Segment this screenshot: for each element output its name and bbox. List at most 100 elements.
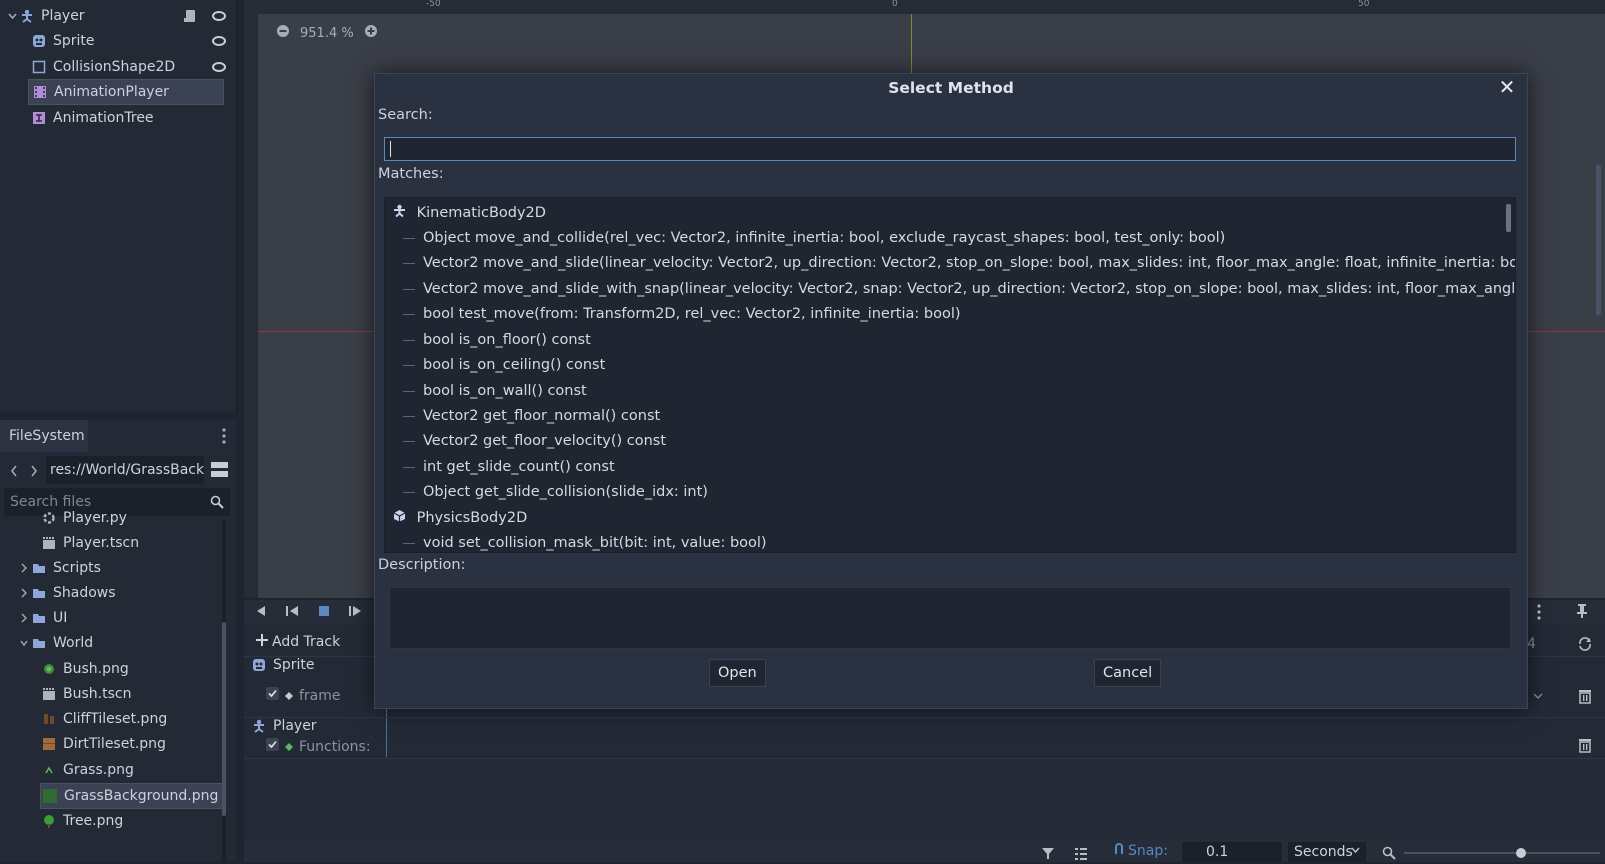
description-box	[389, 587, 1511, 649]
ruler-horizontal: -50 0 50	[244, 0, 1605, 14]
snap-toggle[interactable]: Snap:	[1114, 843, 1168, 859]
method-row[interactable]: Vector2 move_and_slide_with_snap(linear_…	[403, 276, 1515, 302]
play-from-start-icon[interactable]	[348, 605, 362, 621]
loop-icon[interactable]	[1578, 637, 1592, 655]
search-input[interactable]	[384, 137, 1516, 161]
snap-value-input[interactable]: 0.1	[1182, 842, 1282, 862]
menu-dots-icon[interactable]	[222, 428, 226, 444]
zoom-out-icon[interactable]	[276, 24, 290, 42]
track-group-sprite[interactable]: Sprite	[252, 657, 315, 673]
matches-list[interactable]: KinematicBody2D Object move_and_collide(…	[384, 197, 1516, 553]
image-file-icon	[42, 737, 56, 751]
file-item[interactable]: Bush.png	[42, 657, 129, 681]
method-row[interactable]: bool is_on_wall() const	[403, 378, 587, 404]
zoom-in-icon[interactable]	[364, 24, 378, 42]
stop-icon[interactable]	[318, 605, 330, 621]
filter-icon[interactable]	[1041, 846, 1055, 864]
file-item[interactable]: Player.py	[42, 506, 127, 530]
timeline-zoom-slider[interactable]	[1404, 848, 1600, 858]
tree-item-collisionshape2d[interactable]: CollisionShape2D	[32, 54, 175, 80]
list-sort-icon[interactable]	[1074, 846, 1088, 864]
method-row[interactable]: Vector2 get_floor_velocity() const	[403, 428, 666, 454]
track-node-label: Sprite	[273, 657, 315, 673]
tree-item-sprite[interactable]: Sprite	[32, 28, 95, 54]
file-item[interactable]: GrassBackground.png	[40, 783, 224, 809]
path-field[interactable]: res://World/GrassBack	[46, 456, 204, 484]
method-row[interactable]: Vector2 get_floor_normal() const	[403, 403, 660, 429]
method-row[interactable]: bool test_move(from: Transform2D, rel_ve…	[403, 301, 961, 327]
tree-item-label: AnimationPlayer	[54, 84, 169, 100]
track-functions[interactable]: Functions:	[266, 738, 371, 755]
folder-item[interactable]: World	[20, 631, 93, 655]
file-item[interactable]: Player.tscn	[42, 531, 139, 555]
method-row[interactable]: Object get_slide_collision(slide_idx: in…	[403, 479, 708, 505]
matches-label: Matches:	[378, 166, 444, 182]
track-frame[interactable]: frame	[266, 687, 341, 704]
chevron-right-icon[interactable]	[20, 561, 28, 575]
script-icon[interactable]	[184, 9, 196, 23]
delete-track-icon[interactable]	[1578, 689, 1592, 708]
tab-filesystem[interactable]: FileSystem	[0, 420, 88, 452]
forward-arrow-icon[interactable]	[30, 464, 38, 482]
method-row[interactable]: Vector2 move_and_slide(linear_velocity: …	[403, 250, 1515, 276]
add-track-button[interactable]: Add Track	[256, 634, 340, 650]
method-row[interactable]: Object move_and_collide(rel_vec: Vector2…	[403, 225, 1225, 251]
method-row[interactable]: void set_collision_mask_bit(bit: int, va…	[403, 530, 767, 552]
file-item[interactable]: DirtTileset.png	[42, 732, 166, 756]
folder-icon	[32, 586, 46, 600]
tree-item-animationtree[interactable]: AnimationTree	[32, 105, 154, 131]
chevron-right-icon[interactable]	[20, 611, 28, 625]
folder-item[interactable]: Shadows	[20, 581, 116, 605]
checkbox-checked-icon[interactable]	[266, 738, 279, 755]
image-file-icon	[42, 814, 56, 828]
scrollbar[interactable]	[222, 520, 226, 862]
file-label: Player.py	[63, 510, 127, 526]
method-row[interactable]: bool is_on_ceiling() const	[403, 352, 605, 378]
class-row-physicsbody2d[interactable]: PhysicsBody2D	[393, 505, 527, 531]
physics-body-icon	[393, 505, 406, 531]
cancel-button[interactable]: Cancel	[1094, 659, 1162, 687]
class-label: PhysicsBody2D	[416, 510, 528, 526]
file-item[interactable]: Tree.png	[42, 809, 123, 833]
tree-item-animationplayer[interactable]: AnimationPlayer	[28, 79, 224, 105]
text-cursor	[390, 141, 391, 157]
back-arrow-icon[interactable]	[10, 464, 18, 482]
method-row[interactable]: bool is_on_floor() const	[403, 327, 591, 353]
visibility-eye-icon[interactable]	[212, 11, 226, 21]
file-item[interactable]: CliffTileset.png	[42, 707, 167, 731]
pin-icon[interactable]	[1576, 603, 1588, 623]
timeline-time-label: 4	[1527, 636, 1536, 652]
track-property-label: Functions:	[299, 738, 371, 755]
visibility-eye-icon[interactable]	[212, 62, 226, 72]
folder-item[interactable]: UI	[20, 606, 67, 630]
split-mode-icon[interactable]	[211, 462, 228, 481]
time-unit-select[interactable]: Seconds	[1288, 842, 1366, 862]
delete-track-icon[interactable]	[1578, 738, 1592, 757]
viewport-scrollbar[interactable]	[1596, 165, 1601, 315]
zoom-icon[interactable]	[1382, 846, 1396, 864]
scrollbar-thumb[interactable]	[1506, 204, 1511, 232]
chevron-down-icon[interactable]	[8, 9, 17, 23]
checkbox-checked-icon[interactable]	[266, 687, 279, 704]
file-label: Bush.tscn	[63, 686, 132, 702]
play-backwards-icon[interactable]	[255, 605, 267, 621]
visibility-eye-icon[interactable]	[212, 36, 226, 46]
folder-item[interactable]: Scripts	[20, 556, 101, 580]
file-label: Grass.png	[63, 762, 134, 778]
class-row-kinematicbody2d[interactable]: KinematicBody2D	[393, 200, 546, 226]
tree-item-player[interactable]: Player	[8, 3, 195, 29]
chevron-down-icon[interactable]	[20, 636, 28, 650]
ruler-tick-label: -50	[426, 0, 441, 9]
file-item[interactable]: Bush.tscn	[42, 682, 131, 706]
menu-dots-icon[interactable]	[1537, 604, 1541, 624]
method-row[interactable]: int get_slide_count() const	[403, 454, 615, 480]
open-button[interactable]: Open	[709, 659, 766, 687]
kinematic-body-icon	[393, 200, 406, 226]
play-backwards-from-end-icon[interactable]	[285, 605, 299, 621]
zoom-level[interactable]: 951.4 %	[300, 26, 354, 41]
tree-item-label: AnimationTree	[53, 110, 154, 126]
chevron-right-icon[interactable]	[20, 586, 28, 600]
file-item[interactable]: Grass.png	[42, 758, 134, 782]
close-icon[interactable]: ✕	[1497, 77, 1517, 97]
track-group-player[interactable]: Player	[252, 718, 317, 734]
